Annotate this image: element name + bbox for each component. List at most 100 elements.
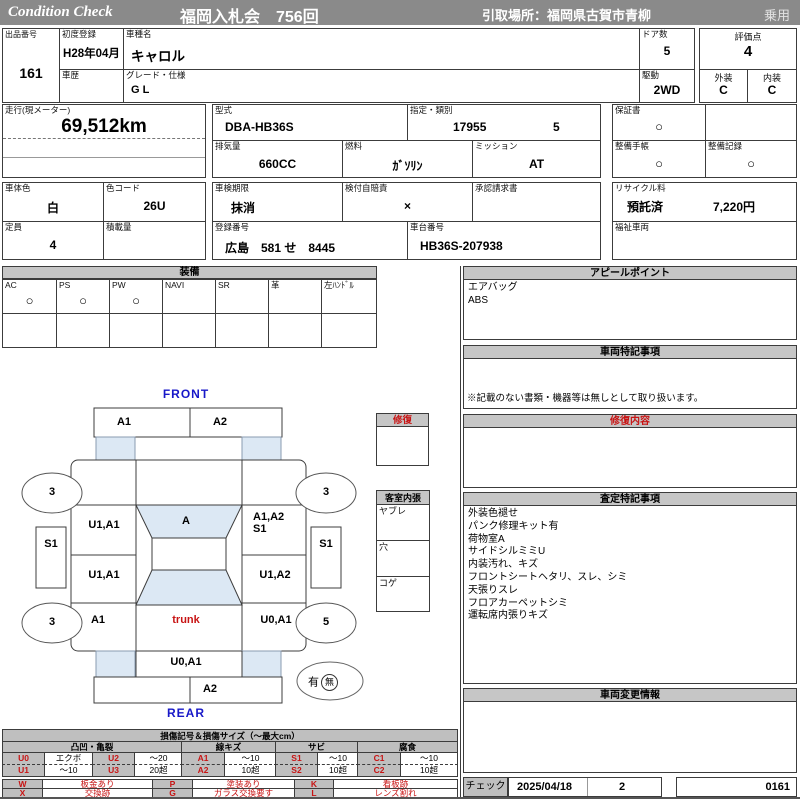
- insurance-value: ×: [403, 199, 411, 213]
- panel-front-bumper-right: A2: [212, 416, 228, 428]
- appeal-title: アピールポイント: [463, 266, 797, 280]
- vertical-divider: [460, 266, 461, 797]
- interior-grade-value: C: [767, 83, 777, 97]
- capacity-label: 定員: [5, 222, 23, 232]
- check-code-cell: 0161: [676, 777, 797, 797]
- assessment-line: サイドシルミミU: [468, 546, 546, 558]
- cabin-row-hole-label: 穴: [379, 542, 389, 552]
- class-value-1: 17955: [453, 120, 487, 134]
- panel-windshield: A: [182, 515, 190, 527]
- approval-label: 承認請求書: [475, 183, 518, 193]
- equipment-empty-cell: [56, 313, 110, 348]
- assessment-title: 査定特記事項: [463, 492, 797, 506]
- model-name-label: 車種名: [126, 29, 152, 39]
- warranty-label: 保証書: [615, 105, 641, 115]
- check-date-cell: 2025/04/18 2: [508, 777, 662, 797]
- first-reg-cell: 初度登録 H28年04月: [59, 28, 124, 70]
- brand-title: Condition Check: [8, 4, 113, 20]
- equipment-label-navi: NAVI: [165, 280, 185, 290]
- warranty-spare-cell: [705, 104, 797, 141]
- wheel-front-left: 3: [48, 486, 56, 498]
- legend-size: ～10: [44, 764, 93, 777]
- exterior-grade-value: C: [719, 83, 728, 97]
- mileage-cell: 走行(現メーター) 69,512km: [2, 104, 206, 178]
- cabin-row-tear-label: ヤブレ: [379, 506, 407, 516]
- chassis-label: 車台番号: [410, 222, 445, 232]
- panel-door-rear-left: U1,A1: [88, 569, 120, 581]
- class-label: 指定・類別: [410, 105, 453, 115]
- panel-door-front-right-line1: A1,A2: [253, 511, 285, 523]
- repair-box-title: 修復: [376, 413, 429, 427]
- panel-sill-right: S1: [319, 538, 333, 550]
- fuel-cell: 燃料 ｶﾞｿﾘﾝ: [342, 140, 473, 178]
- auction-sheet: Condition Check 福岡入札会 756回 引取場所：福岡県古賀市青柳…: [0, 0, 800, 800]
- repair-box-body: [376, 426, 429, 466]
- repair-details-body: [463, 427, 797, 488]
- warranty-value: ○: [655, 119, 663, 134]
- spare-yes-label: 有: [308, 676, 319, 689]
- reg-no-value: 広島 581 せ 8445: [225, 241, 336, 255]
- assessment-line: フロントシートヘタリ、スレ、シミ: [468, 571, 628, 583]
- inspection-value: 抹消: [231, 201, 256, 215]
- score-value: 4: [743, 43, 753, 60]
- spec-cell: グレード・仕様 G L: [123, 69, 640, 103]
- displacement-label: 排気量: [215, 141, 241, 151]
- change-info-title: 車両変更情報: [463, 688, 797, 702]
- legend-code: S2: [275, 764, 318, 777]
- transmission-value: AT: [528, 157, 545, 171]
- header-bar: Condition Check 福岡入札会 756回 引取場所：福岡県古賀市青柳…: [0, 0, 800, 26]
- mileage-divider-solid: [3, 157, 205, 158]
- body-color-value: 白: [46, 201, 59, 215]
- recycle-status: 預託済: [627, 200, 664, 214]
- damage-diagram: FRONT A1 A2 3 3 A U1,A1 A1,A2 S1 S1 S1 U…: [0, 385, 372, 730]
- equipment-cell-pw: PW ○: [109, 279, 163, 314]
- panel-quarter-right: U0,A1: [260, 614, 292, 626]
- equipment-empty-cell: [321, 313, 377, 348]
- assessment-line: 運転席内張りキズ: [468, 610, 548, 622]
- model-name-value: キャロル: [131, 49, 185, 64]
- panel-door-front-left: U1,A1: [88, 519, 120, 531]
- appeal-line: エアバッグ: [468, 282, 518, 293]
- assessment-line: 荷物室A: [468, 533, 505, 545]
- panel-door-front-right-line2: S1: [253, 523, 267, 535]
- lot-value: 161: [19, 65, 43, 81]
- score-cell: 評価点 4: [699, 28, 797, 70]
- panel-sill-left: S1: [44, 538, 58, 550]
- repair-details-title: 修復内容: [463, 414, 797, 428]
- insurance-cell: 検付自賠責 ×: [342, 182, 473, 222]
- reg-no-cell: 登録番号 広島 581 せ 8445: [212, 221, 408, 260]
- transmission-label: ミッション: [475, 141, 518, 151]
- lot-cell: 出品番号 161: [2, 28, 60, 103]
- appeal-line: ABS: [468, 294, 489, 306]
- assessment-line: フロアカーペットシミ: [468, 597, 568, 609]
- drive-label: 駆動: [642, 70, 660, 80]
- equipment-cell-sr: SR: [215, 279, 269, 314]
- history-label: 車歴: [62, 70, 80, 80]
- warranty-cell: 保証書 ○: [612, 104, 706, 141]
- doors-value: 5: [663, 44, 671, 58]
- legend-size: 10超: [400, 764, 458, 777]
- equipment-empty-cell: [2, 313, 57, 348]
- lot-label: 出品番号: [5, 30, 37, 39]
- load-label: 積載量: [106, 222, 132, 232]
- equipment-label-leather: 革: [271, 280, 280, 290]
- equipment-empty-cell: [268, 313, 322, 348]
- reg-no-label: 登録番号: [215, 222, 250, 232]
- legend-size: 20超: [134, 764, 183, 777]
- welfare-label: 福祉車両: [615, 222, 650, 232]
- equipment-label-lhd: 左ﾊﾝﾄﾞﾙ: [324, 280, 354, 290]
- model-code-cell: 型式 DBA-HB36S: [212, 104, 408, 141]
- panel-door-rear-right: U1,A2: [259, 569, 291, 581]
- rear-label: REAR: [166, 706, 205, 720]
- displacement-cell: 排気量 660CC: [212, 140, 343, 178]
- drive-value: 2WD: [653, 83, 681, 97]
- mileage-divider-dashed: [3, 138, 205, 139]
- class-value-2: 5: [553, 120, 560, 134]
- history-cell: 車歴: [59, 69, 124, 103]
- maintenance-book-cell: 整備手帳 ○: [612, 140, 706, 178]
- interior-grade-cell: 内装 C: [747, 69, 797, 103]
- body-color-cell: 車体色 白: [2, 182, 104, 222]
- cabin-row-burn-label: コゲ: [379, 578, 398, 588]
- check-code: 0161: [765, 781, 790, 793]
- assessment-line: 天張りスレ: [468, 584, 518, 596]
